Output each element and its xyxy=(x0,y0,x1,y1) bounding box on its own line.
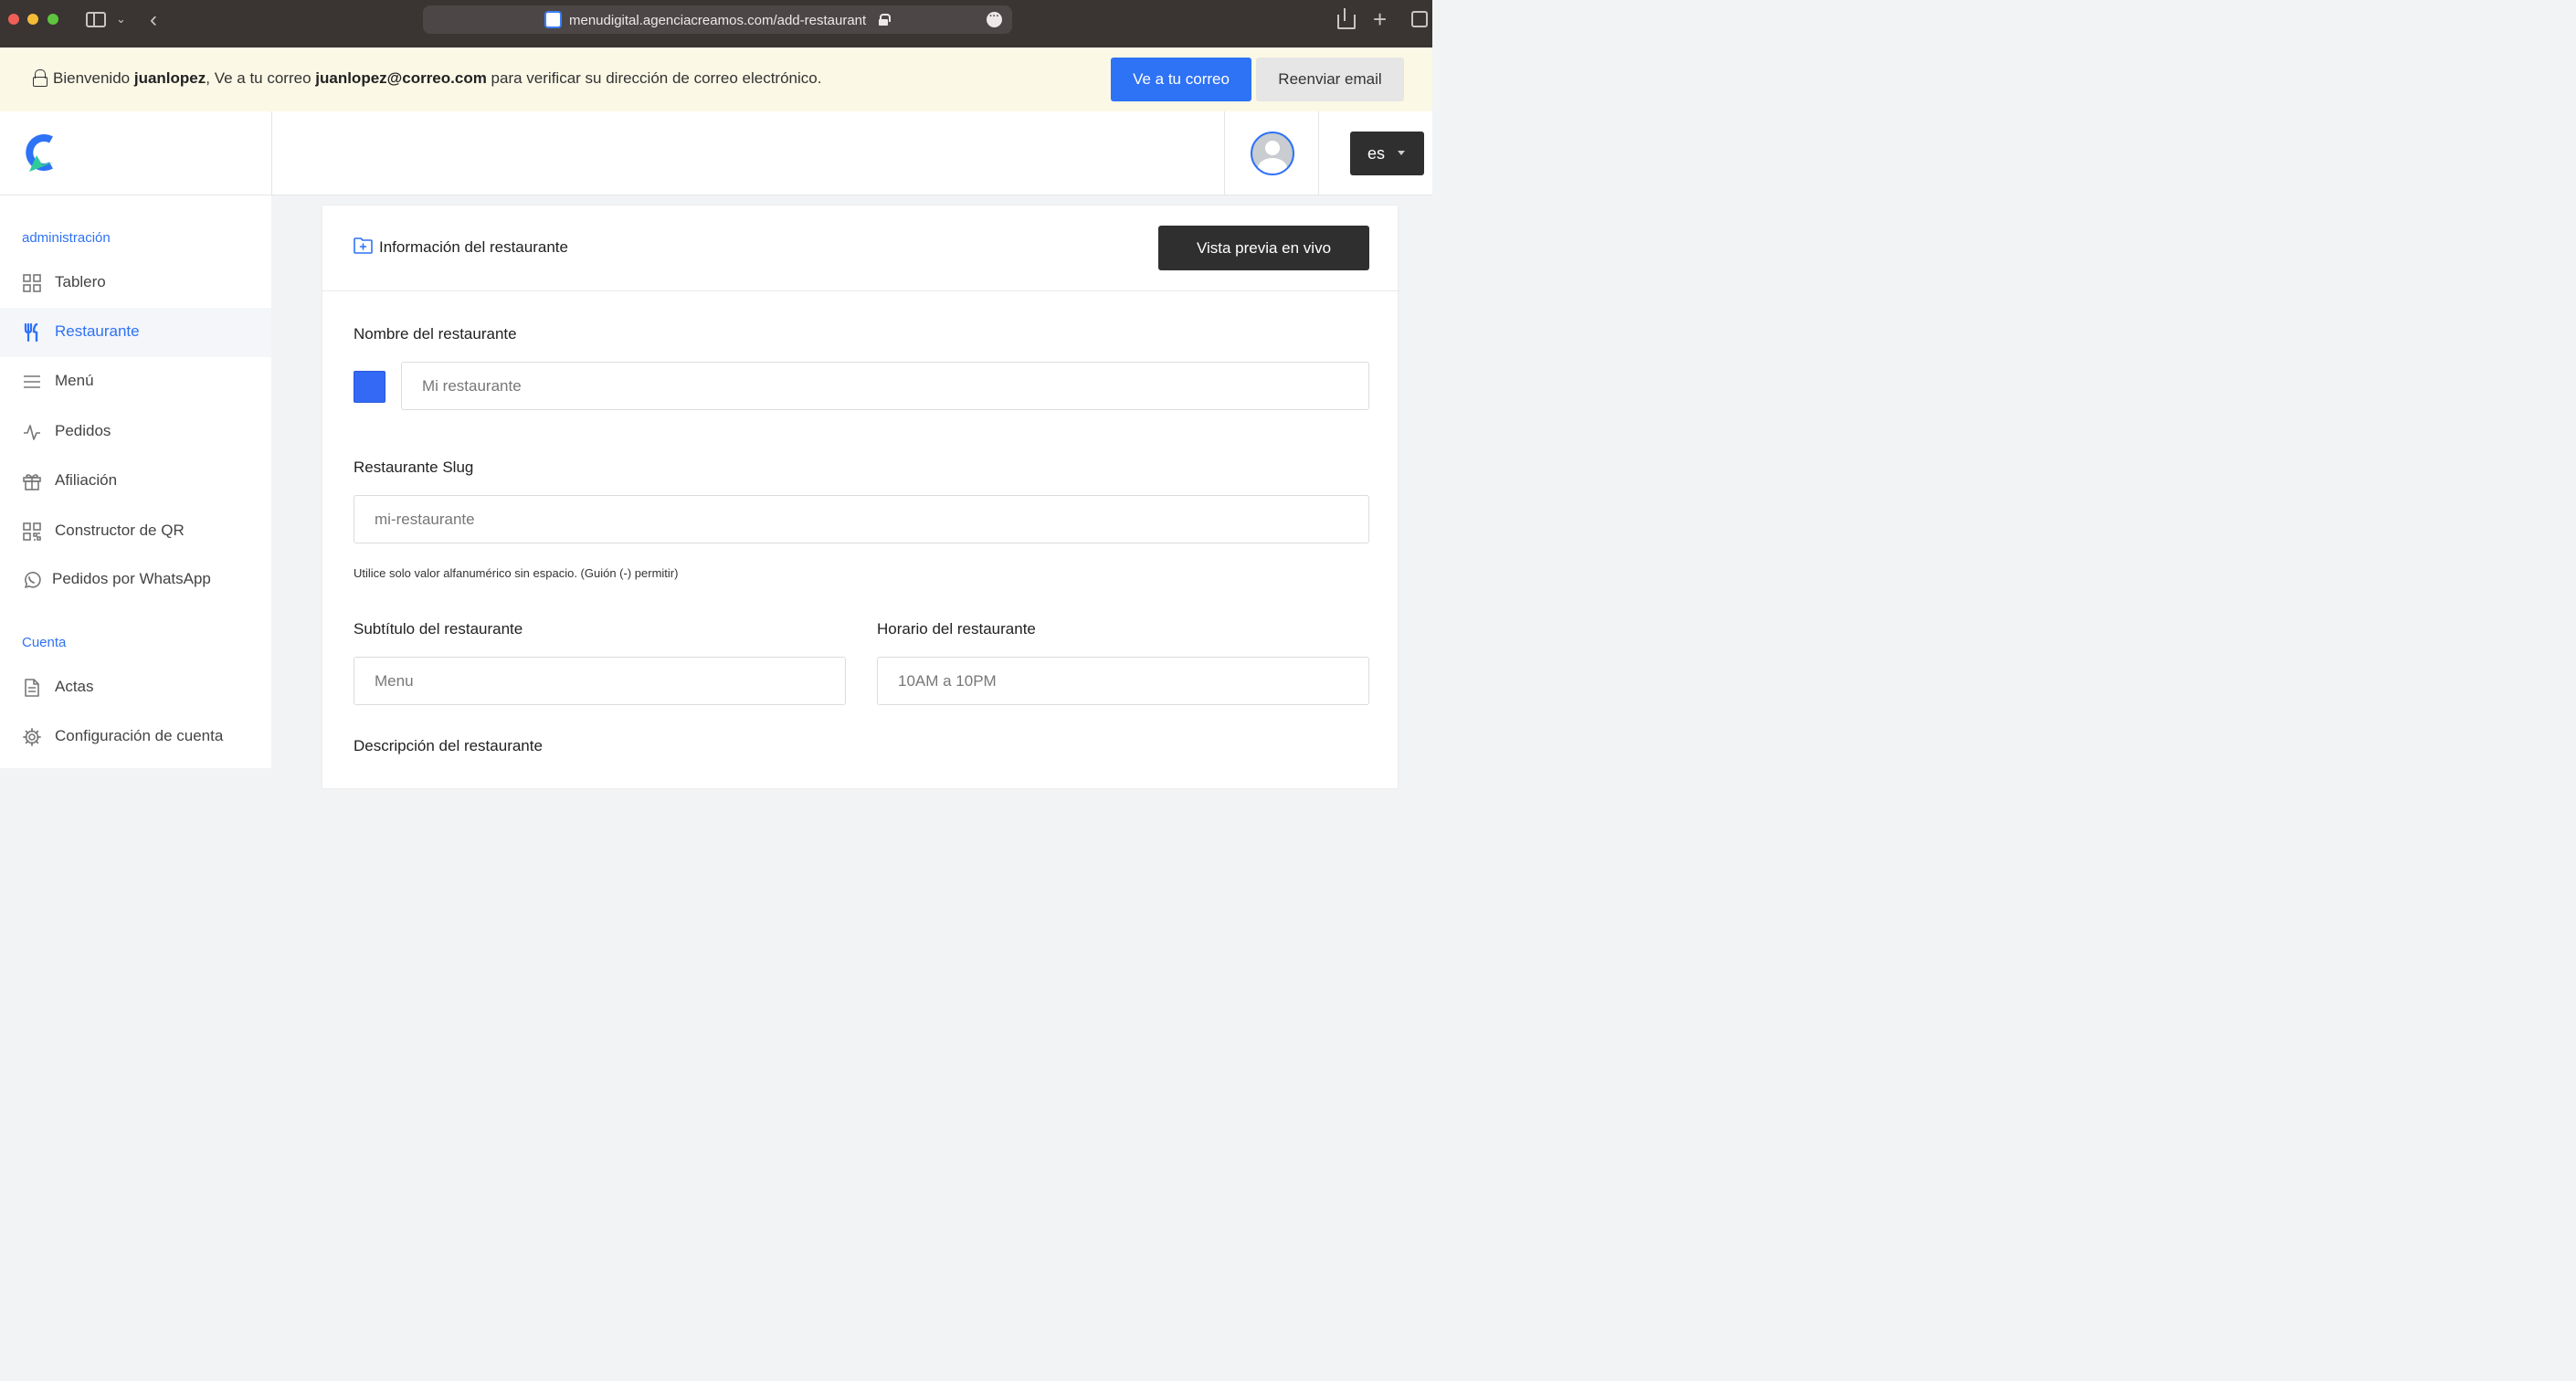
sidebar-item-label: Actas xyxy=(55,678,94,695)
back-arrow-icon[interactable]: ‹ xyxy=(150,7,157,33)
restaurant-subtitle-label: Subtítulo del restaurante xyxy=(354,620,523,638)
sidebar-item-restaurante[interactable]: Restaurante xyxy=(0,308,271,357)
slug-help-text: Utilice solo valor alfanumérico sin espa… xyxy=(354,566,679,580)
sidebar-section-admin: administración xyxy=(22,230,111,246)
sidebar-item-label: Menú xyxy=(55,372,94,389)
address-bar[interactable]: menudigital.agenciacreamos.com/add-resta… xyxy=(423,5,1012,34)
lock-icon xyxy=(879,14,891,26)
caret-down-icon xyxy=(1398,151,1405,155)
banner-suffix: para verificar su dirección de correo el… xyxy=(486,69,822,87)
restaurant-hours-input[interactable] xyxy=(877,657,1369,705)
sidebar-item-label: Pedidos xyxy=(55,422,111,439)
whatsapp-icon xyxy=(25,572,41,588)
sidebar-item-whatsapp[interactable]: Pedidos por WhatsApp xyxy=(0,555,271,605)
sidebar-item-tablero[interactable]: Tablero xyxy=(0,258,271,308)
card-header: Información del restaurante Vista previa… xyxy=(322,206,1399,291)
folder-plus-icon xyxy=(354,237,373,254)
language-value: es xyxy=(1367,144,1386,163)
activity-icon xyxy=(24,425,40,440)
sidebar-item-menu[interactable]: Menú xyxy=(0,357,271,406)
sidebar-item-actas[interactable]: Actas xyxy=(0,663,271,712)
restaurant-hours-label: Horario del restaurante xyxy=(877,620,1036,638)
app-header: es xyxy=(0,111,1432,195)
brand-logo-icon[interactable] xyxy=(20,132,58,174)
user-menu[interactable] xyxy=(1224,111,1319,195)
sidebar-item-label: Pedidos por WhatsApp xyxy=(52,570,211,587)
banner-email: juanlopez@correo.com xyxy=(315,69,487,87)
verification-message: Bienvenido juanlopez, Ve a tu correo jua… xyxy=(53,69,821,88)
gift-icon xyxy=(23,474,41,490)
sidebar-toggle-icon[interactable] xyxy=(86,12,106,27)
logo-cell xyxy=(0,111,272,195)
gear-icon xyxy=(23,728,41,746)
language-selector[interactable]: es xyxy=(1350,132,1424,175)
menu-lines-icon xyxy=(24,375,40,388)
banner-prefix: Bienvenido xyxy=(53,69,134,87)
sidebar-item-label: Restaurante xyxy=(55,322,140,340)
more-options-icon[interactable]: ··· xyxy=(987,12,1002,27)
banner-middle: , Ve a tu correo xyxy=(206,69,316,87)
restaurant-description-label: Descripción del restaurante xyxy=(354,737,543,754)
qr-icon xyxy=(23,522,41,541)
restaurant-info-card: Información del restaurante Vista previa… xyxy=(322,205,1399,789)
sidebar-item-pedidos[interactable]: Pedidos xyxy=(0,407,271,457)
sidebar: administración Tablero Restaurante Menú … xyxy=(0,195,271,768)
new-tab-icon[interactable]: + xyxy=(1373,5,1387,34)
chevron-down-icon[interactable]: ⌄ xyxy=(116,12,126,26)
avatar[interactable] xyxy=(1251,132,1294,175)
restaurant-slug-input[interactable] xyxy=(354,495,1369,543)
sidebar-section-account: Cuenta xyxy=(22,635,67,650)
sidebar-item-label: Afiliación xyxy=(55,471,118,489)
live-preview-button[interactable]: Vista previa en vivo xyxy=(1158,226,1369,270)
restaurant-subtitle-input[interactable] xyxy=(354,657,846,705)
restaurant-name-label: Nombre del restaurante xyxy=(354,325,517,343)
browser-toolbar: ⌄ ‹ menudigital.agenciacreamos.com/add-r… xyxy=(0,0,1432,47)
restaurant-slug-label: Restaurante Slug xyxy=(354,459,474,476)
sidebar-item-configuracion[interactable]: Configuración de cuenta xyxy=(0,712,271,762)
sidebar-item-label: Constructor de QR xyxy=(55,522,185,539)
restaurant-name-input[interactable] xyxy=(401,362,1369,410)
sidebar-item-label: Tablero xyxy=(55,273,106,290)
minimize-window-button[interactable] xyxy=(27,14,38,25)
url-text: menudigital.agenciacreamos.com/add-resta… xyxy=(569,13,867,28)
card-title: Información del restaurante xyxy=(379,238,568,256)
sidebar-item-constructor-qr[interactable]: Constructor de QR xyxy=(0,507,271,556)
lock-icon xyxy=(33,69,48,87)
go-to-email-button[interactable]: Ve a tu correo xyxy=(1111,58,1251,101)
sidebar-item-afiliacion[interactable]: Afiliación xyxy=(0,457,271,506)
color-picker-swatch[interactable] xyxy=(354,371,385,403)
utensils-icon xyxy=(24,323,38,342)
close-window-button[interactable] xyxy=(8,14,19,25)
site-favicon-icon xyxy=(544,11,562,28)
banner-username: juanlopez xyxy=(133,69,206,87)
tab-overview-icon[interactable] xyxy=(1411,11,1428,27)
grid-icon xyxy=(23,274,41,292)
document-icon xyxy=(25,679,39,697)
maximize-window-button[interactable] xyxy=(48,14,58,25)
sidebar-item-label: Configuración de cuenta xyxy=(55,727,224,744)
share-icon[interactable] xyxy=(1336,8,1356,29)
verification-banner: Bienvenido juanlopez, Ve a tu correo jua… xyxy=(0,47,1432,111)
resend-email-button[interactable]: Reenviar email xyxy=(1256,58,1404,101)
